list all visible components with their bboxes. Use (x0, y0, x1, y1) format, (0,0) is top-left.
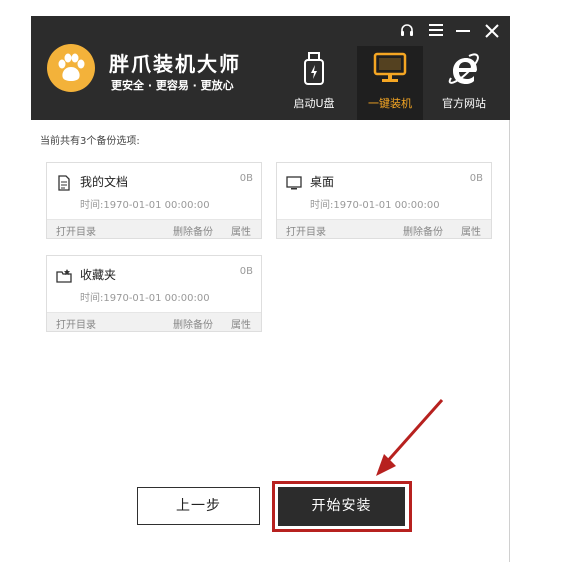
annotation-arrow (376, 399, 444, 476)
